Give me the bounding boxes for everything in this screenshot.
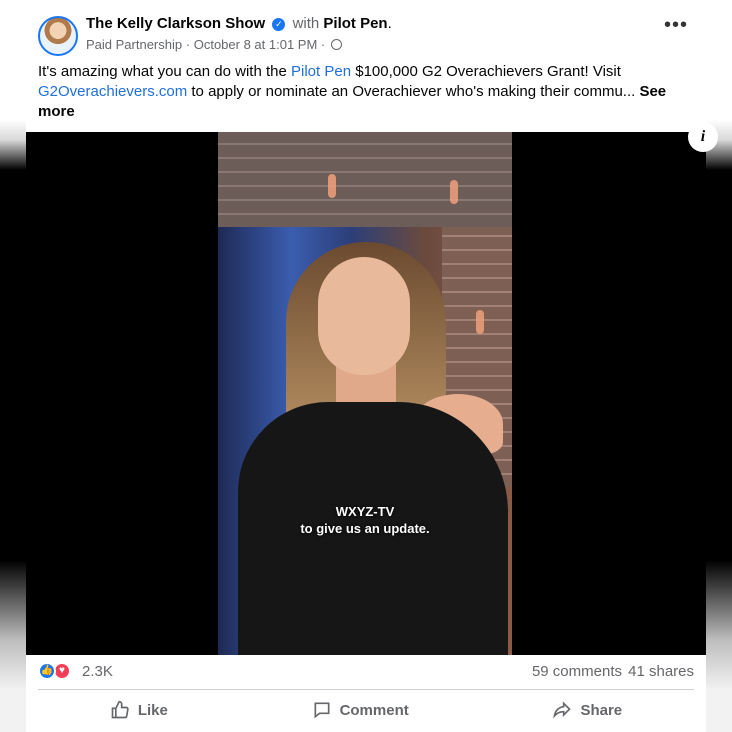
partner-name-link[interactable]: Pilot Pen bbox=[323, 15, 387, 32]
comment-button[interactable]: Comment bbox=[292, 694, 429, 726]
comment-icon bbox=[314, 702, 330, 719]
person-face bbox=[318, 257, 410, 375]
like-label: Like bbox=[137, 701, 168, 719]
wall-lamp bbox=[476, 310, 484, 334]
post-title: The Kelly Clarkson Show ✓ with Pilot Pen… bbox=[86, 15, 392, 32]
action-bar: Like Comment Share bbox=[38, 693, 694, 727]
post-date-link[interactable]: October 8 at 1:01 PM bbox=[194, 37, 318, 52]
wall-lamp bbox=[450, 180, 458, 204]
reaction-count[interactable]: 2.3K bbox=[82, 663, 113, 680]
comment-label: Comment bbox=[339, 701, 409, 719]
caption-text-2: $100,000 G2 Overachievers Grant! Visit bbox=[351, 63, 621, 80]
caption-text-3: to apply or nominate an Overachiever who… bbox=[187, 83, 640, 100]
like-button[interactable]: Like bbox=[90, 694, 188, 726]
wall-lamp bbox=[328, 174, 336, 198]
like-reaction-icon[interactable]: 👍 bbox=[38, 662, 56, 680]
brick-wall bbox=[218, 132, 512, 227]
info-icon[interactable]: i bbox=[688, 122, 718, 152]
video-frame: WXYZ-TV to give us an update. bbox=[218, 132, 512, 655]
pilot-pen-link[interactable]: Pilot Pen bbox=[291, 63, 351, 80]
thumbs-up-icon bbox=[111, 700, 129, 719]
post-footer-card: 👍 ♥ 2.3K 59 comments 41 shares Like Comm… bbox=[26, 655, 706, 732]
shares-count[interactable]: 41 shares bbox=[628, 663, 694, 680]
divider bbox=[38, 689, 694, 690]
partnership-label[interactable]: Paid Partnership bbox=[86, 37, 182, 52]
video-player[interactable]: WXYZ-TV to give us an update. bbox=[26, 132, 706, 655]
share-label: Share bbox=[580, 701, 623, 719]
comments-count[interactable]: 59 comments bbox=[532, 663, 622, 680]
page-name-link[interactable]: The Kelly Clarkson Show bbox=[86, 15, 265, 32]
reactions-summary: 👍 ♥ 2.3K 59 comments 41 shares bbox=[38, 661, 694, 683]
verified-badge-icon: ✓ bbox=[272, 18, 286, 31]
share-icon bbox=[553, 701, 572, 719]
meta-separator-2: · bbox=[320, 37, 326, 52]
meta-separator-1: · bbox=[185, 37, 191, 52]
post-caption: It's amazing what you can do with the Pi… bbox=[38, 62, 694, 122]
with-label: with bbox=[292, 15, 320, 32]
title-suffix: . bbox=[387, 15, 392, 32]
globe-icon bbox=[330, 39, 342, 50]
post-meta: Paid Partnership · October 8 at 1:01 PM … bbox=[86, 37, 342, 52]
video-subtitle-line-1: WXYZ-TV bbox=[335, 504, 395, 519]
overachievers-link[interactable]: G2Overachievers.com bbox=[38, 83, 187, 100]
more-options-icon[interactable]: ••• bbox=[664, 15, 688, 35]
video-subtitle-line-2: to give us an update. bbox=[300, 521, 430, 536]
caption-text-1: It's amazing what you can do with the bbox=[38, 63, 292, 80]
page-avatar[interactable] bbox=[38, 16, 78, 56]
post-header-card: The Kelly Clarkson Show ✓ with Pilot Pen… bbox=[26, 6, 706, 132]
share-button[interactable]: Share bbox=[532, 694, 642, 726]
